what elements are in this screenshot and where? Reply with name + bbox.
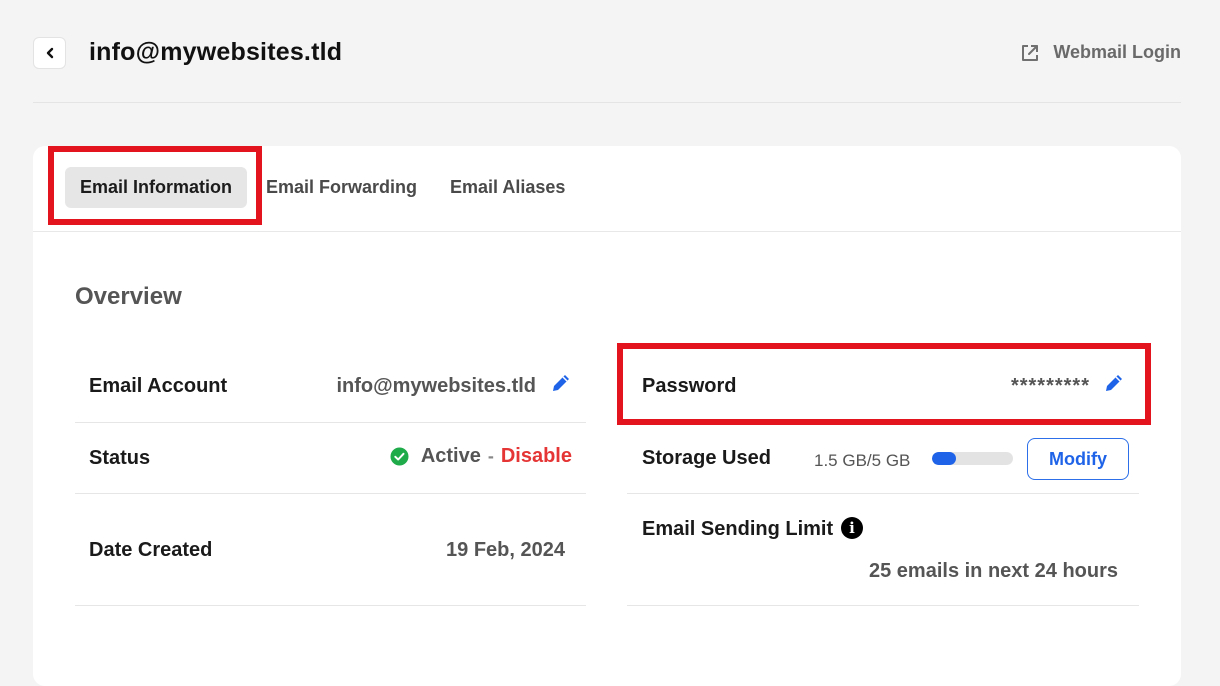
back-button[interactable] [33, 37, 66, 69]
tab-email-aliases[interactable]: Email Aliases [450, 167, 565, 208]
page-title: info@mywebsites.tld [89, 38, 343, 66]
webmail-login-label: Webmail Login [1053, 42, 1181, 62]
tab-email-forwarding[interactable]: Email Forwarding [266, 167, 417, 208]
chevron-left-icon [46, 47, 53, 59]
tab-label: Email Aliases [450, 177, 566, 197]
webmail-login-link[interactable]: Webmail Login [1020, 42, 1181, 63]
check-circle-icon [390, 447, 409, 466]
date-created-value: 19 Feb, 2024 [446, 539, 565, 561]
row-divider [75, 422, 586, 423]
email-account-label: Email Account [89, 375, 228, 397]
disable-link[interactable]: Disable [501, 445, 572, 468]
storage-progress-bar [932, 452, 1013, 465]
external-link-icon [1022, 44, 1039, 61]
storage-used-label: Storage Used [642, 447, 771, 469]
row-divider [75, 605, 586, 606]
row-divider [627, 605, 1139, 606]
overview-heading: Overview [75, 283, 182, 310]
storage-progress-fill [932, 452, 957, 465]
header-divider [33, 102, 1181, 103]
info-icon[interactable]: i [841, 517, 863, 539]
sending-limit-value: 25 emails in next 24 hours [869, 560, 1118, 582]
highlight-box-tab [48, 146, 262, 225]
tab-label: Email Forwarding [266, 177, 418, 197]
storage-used-value: 1.5 GB/5 GB [814, 451, 911, 470]
sending-limit-label: Email Sending Limit [642, 518, 834, 540]
status-active-text: Active [420, 445, 481, 467]
edit-email-pencil-icon[interactable] [550, 372, 572, 394]
date-created-label: Date Created [89, 539, 213, 561]
highlight-box-password [617, 343, 1151, 425]
email-account-value: info@mywebsites.tld [336, 375, 536, 397]
status-label: Status [89, 447, 151, 469]
status-value: Active - Disable [390, 445, 572, 468]
modify-storage-button[interactable]: Modify [1027, 438, 1129, 480]
row-divider [75, 493, 586, 494]
status-separator: - [487, 446, 494, 466]
row-divider [627, 493, 1139, 494]
